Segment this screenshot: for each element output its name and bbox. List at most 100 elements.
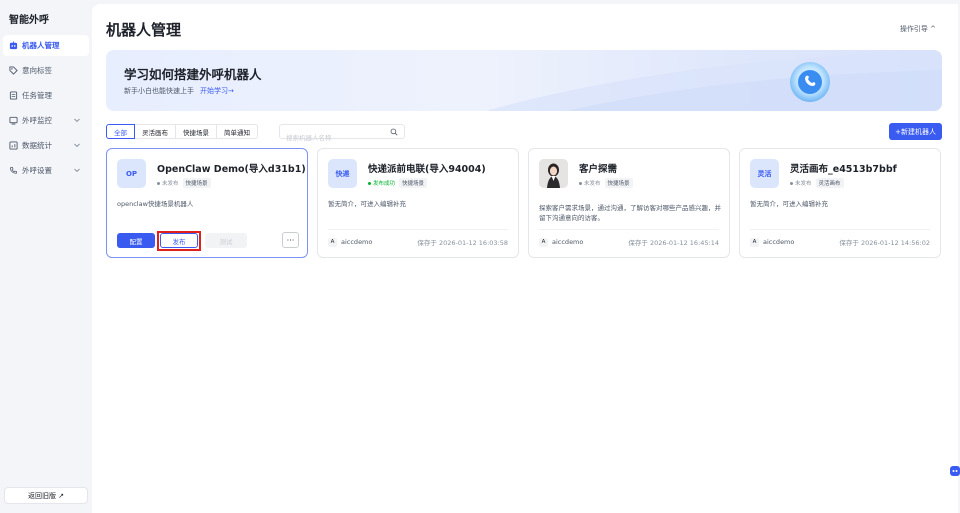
status-text: 未发布: [584, 181, 601, 187]
more-options-button[interactable]: ···: [282, 232, 299, 248]
scene-tag: 快捷场景: [604, 178, 633, 188]
owner-name: aiccdemo: [552, 238, 584, 246]
card-footer: A aiccdemo 保存于 2026-01-12 16:45:14: [539, 237, 719, 247]
operation-guide-button[interactable]: 操作引导 ^: [900, 24, 936, 34]
banner-subtitle: 新手小白也能快速上手 开始学习→: [124, 86, 234, 96]
sidebar-item-call-settings[interactable]: 外呼设置: [3, 160, 89, 181]
status-badge: 未发布: [790, 179, 812, 187]
assistant-float-icon[interactable]: [948, 460, 960, 480]
sidebar-item-label: 外呼设置: [22, 166, 52, 175]
owner-avatar: A: [750, 237, 759, 247]
robot-description: 探索客户需求场景，通过沟通，了解访客对哪些产品感兴趣，并留下沟通意向的访客。: [539, 204, 721, 222]
robot-avatar: 灵活: [750, 159, 779, 188]
card-footer: A aiccdemo 保存于 2026-01-12 14:56:02: [750, 237, 930, 247]
robot-meta: 未发布 快捷场景: [579, 178, 633, 188]
status-badge: 未发布: [157, 179, 179, 187]
tag-icon: [9, 66, 18, 75]
banner-title: 学习如何搭建外呼机器人: [124, 67, 262, 82]
saved-timestamp: 保存于 2026-01-12 16:03:58: [417, 239, 508, 247]
highlight-box: [157, 231, 201, 251]
status-badge: 未发布: [579, 179, 601, 187]
robot-description: openclaw快捷场景机器人: [117, 200, 194, 208]
test-button[interactable]: 测试: [205, 233, 247, 248]
robot-avatar: 快递: [328, 159, 357, 188]
status-text: 未发布: [162, 181, 179, 187]
saved-timestamp: 保存于 2026-01-12 14:56:02: [839, 239, 930, 247]
banner-subtitle-text: 新手小白也能快速上手: [124, 87, 194, 95]
sidebar-item-call-monitor[interactable]: 外呼监控: [3, 110, 89, 131]
status-dot: [790, 181, 793, 185]
card-divider: [328, 229, 508, 230]
chart-icon: [9, 141, 18, 150]
sidebar: 智能外呼 机器人管理 意向标签 任务管理 外呼监控 数据统计 外呼设置 返回旧版…: [0, 0, 92, 513]
start-learning-link[interactable]: 开始学习→: [200, 87, 234, 95]
sidebar-item-label: 机器人管理: [22, 41, 60, 50]
filter-simple-notice[interactable]: 简单通知: [216, 124, 258, 139]
owner-name: aiccdemo: [763, 238, 795, 246]
sidebar-item-robot-management[interactable]: 机器人管理: [3, 35, 89, 56]
robot-card[interactable]: 快递 快递派前电联(导入94004) 发布成功 快捷场景 暂无简介，可进入编辑补…: [317, 148, 519, 258]
robot-name: 客户探需: [579, 164, 618, 175]
learning-banner: 学习如何搭建外呼机器人 新手小白也能快速上手 开始学习→: [106, 50, 942, 111]
scene-tag: 快捷场景: [182, 178, 211, 188]
robot-avatar: OP: [117, 159, 146, 188]
chevron-down-icon[interactable]: [73, 166, 81, 174]
status-text: 未发布: [795, 181, 812, 187]
robot-avatar: [539, 159, 568, 188]
owner-avatar: A: [328, 237, 337, 247]
chevron-down-icon[interactable]: [73, 116, 81, 124]
robot-meta: 未发布 灵活画布: [790, 178, 844, 188]
category-filter-tabs: 全部 灵活画布 快捷场景 简单通知: [106, 124, 258, 139]
search-box: [279, 124, 405, 145]
status-dot: [157, 181, 160, 185]
robot-meta: 发布成功 快捷场景: [368, 178, 428, 188]
robot-card[interactable]: OP OpenClaw Demo(导入d31b1) 未发布 快捷场景 openc…: [106, 148, 308, 258]
filter-flexible-canvas[interactable]: 灵活画布: [134, 124, 176, 139]
owner-avatar: A: [539, 237, 548, 247]
card-footer: A aiccdemo 保存于 2026-01-12 16:03:58: [328, 237, 508, 247]
main-content: 机器人管理 操作引导 ^ 学习如何搭建外呼机器人 新手小白也能快速上手 开始学习→…: [92, 4, 958, 513]
page-title: 机器人管理: [106, 21, 182, 39]
config-button[interactable]: 配置: [117, 233, 155, 248]
phone-icon: [9, 166, 18, 175]
sidebar-item-label: 外呼监控: [22, 116, 52, 125]
sidebar-nav: 机器人管理 意向标签 任务管理 外呼监控 数据统计 外呼设置: [3, 35, 89, 185]
sidebar-item-task-management[interactable]: 任务管理: [3, 85, 89, 106]
phone-bubble-icon: [790, 62, 830, 102]
card-divider: [750, 229, 930, 230]
search-input[interactable]: [280, 131, 384, 145]
robot-description: 暂无简介，可进入编辑补充: [750, 200, 828, 208]
sidebar-item-label: 意向标签: [22, 66, 52, 75]
sidebar-item-statistics[interactable]: 数据统计: [3, 135, 89, 156]
robot-card[interactable]: 灵活 灵活画布_e4513b7bbf 未发布 灵活画布 暂无简介，可进入编辑补充…: [739, 148, 941, 258]
chevron-down-icon[interactable]: [73, 141, 81, 149]
search-icon[interactable]: [390, 128, 398, 136]
card-divider: [539, 229, 719, 230]
robot-meta: 未发布 快捷场景: [157, 178, 211, 188]
robot-card[interactable]: 客户探需 未发布 快捷场景 探索客户需求场景，通过沟通，了解访客对哪些产品感兴趣…: [528, 148, 730, 258]
brand-title: 智能外呼: [9, 15, 49, 26]
status-text: 发布成功: [373, 181, 396, 187]
scene-tag: 灵活画布: [815, 178, 844, 188]
status-dot: [368, 181, 371, 185]
status-badge: 发布成功: [368, 179, 395, 187]
filter-all[interactable]: 全部: [106, 124, 135, 139]
robot-description: 暂无简介，可进入编辑补充: [328, 200, 406, 208]
sidebar-item-label: 任务管理: [22, 91, 52, 100]
robot-icon: [9, 41, 18, 50]
sidebar-item-label: 数据统计: [22, 141, 52, 150]
robot-name: OpenClaw Demo(导入d31b1): [157, 164, 306, 175]
monitor-icon: [9, 116, 18, 125]
status-dot: [579, 181, 582, 185]
saved-timestamp: 保存于 2026-01-12 16:45:14: [628, 239, 719, 247]
robot-name: 快递派前电联(导入94004): [368, 164, 486, 175]
scene-tag: 快捷场景: [399, 178, 428, 188]
sidebar-item-intent-tags[interactable]: 意向标签: [3, 60, 89, 81]
new-robot-button[interactable]: +新建机器人: [889, 123, 942, 140]
filter-quick-scene[interactable]: 快捷场景: [175, 124, 217, 139]
person-photo-icon: [539, 159, 568, 188]
task-icon: [9, 91, 18, 100]
owner-name: aiccdemo: [341, 238, 373, 246]
card-actions: 配置 发布 测试 ···: [117, 231, 299, 251]
back-to-old-version-button[interactable]: 返回旧版 ↗: [4, 487, 88, 504]
